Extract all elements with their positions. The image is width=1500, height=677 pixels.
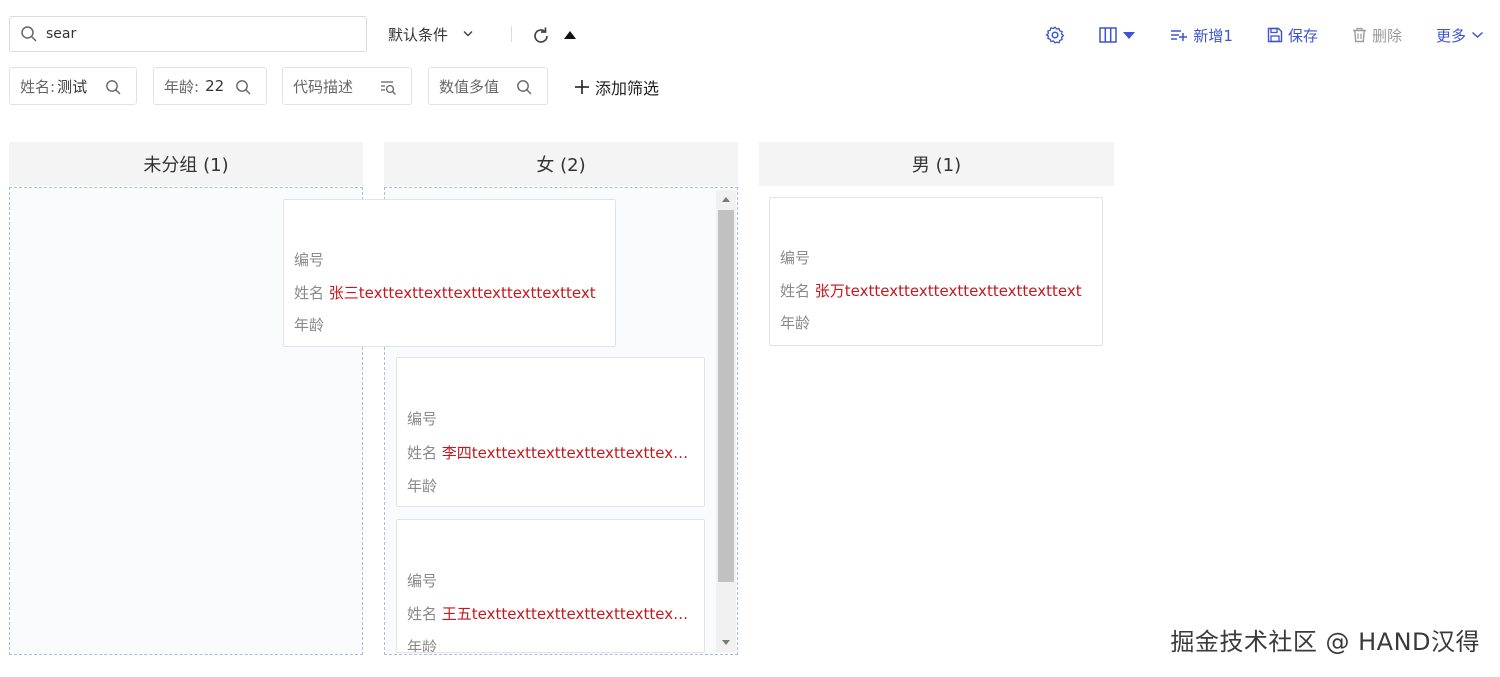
- card-name-label: 姓名: [407, 444, 438, 462]
- toolbar-divider: [511, 26, 512, 42]
- refresh-icon[interactable]: [531, 26, 551, 46]
- add-list-icon: [1171, 30, 1188, 41]
- condition-select[interactable]: 默认条件: [388, 22, 474, 46]
- scroll-down-arrow[interactable]: [722, 640, 730, 645]
- card-name-value: 张三texttexttexttexttexttexttexttext: [328, 284, 596, 302]
- add-button-label: 新增1: [1193, 26, 1233, 45]
- chevron-down-icon: [463, 30, 473, 37]
- card-age-label: 年龄: [407, 477, 438, 495]
- caret-down-icon: [1123, 32, 1136, 39]
- filter-age[interactable]: 年龄: 22: [153, 67, 267, 105]
- save-icon: [1267, 27, 1283, 43]
- card-name-value: 李四texttexttexttexttexttexttexttext: [441, 444, 694, 462]
- delete-button-label: 删除: [1371, 26, 1402, 45]
- column-title: 未分组 (1): [143, 155, 229, 176]
- scrollbar-thumb[interactable]: [718, 210, 734, 582]
- card-age-label: 年龄: [294, 316, 325, 334]
- card-code-label: 编号: [294, 251, 325, 269]
- filter-multi-value[interactable]: 数值多值: [428, 67, 548, 105]
- list-search-icon: [381, 81, 396, 95]
- search-icon: [236, 80, 251, 95]
- card-age-label: 年龄: [780, 314, 811, 332]
- kanban-card[interactable]: 编号 姓名 张万texttexttexttexttexttexttexttext…: [769, 197, 1103, 346]
- save-button-label: 保存: [1287, 26, 1318, 45]
- card-code-label: 编号: [407, 410, 438, 428]
- condition-select-label: 默认条件: [388, 25, 449, 44]
- filter-age-value: 22: [205, 77, 225, 95]
- search-icon: [106, 80, 121, 95]
- search-icon: [21, 26, 37, 42]
- column-title: 女 (2): [536, 155, 586, 176]
- card-name-row: 姓名 王五texttexttexttexttexttexttexttext: [407, 603, 694, 624]
- delete-button[interactable]: 删除: [1352, 25, 1402, 46]
- collapse-up-icon[interactable]: [562, 28, 578, 42]
- filter-code-desc[interactable]: 代码描述: [282, 67, 412, 105]
- filter-code-desc-label: 代码描述: [293, 77, 354, 96]
- search-box[interactable]: [9, 16, 367, 52]
- card-name-value: 张万texttexttexttexttexttexttexttext: [814, 282, 1082, 300]
- chevron-down-icon: [1471, 31, 1484, 39]
- add-button[interactable]: 新增1: [1170, 25, 1233, 46]
- more-button-label: 更多: [1435, 26, 1466, 45]
- save-button[interactable]: 保存: [1267, 25, 1318, 46]
- search-input[interactable]: [46, 26, 346, 42]
- card-name-row: 姓名 张三texttexttexttexttexttexttexttext: [294, 282, 596, 303]
- plus-icon: [575, 80, 589, 94]
- settings-button[interactable]: [1045, 25, 1065, 45]
- more-button[interactable]: 更多: [1436, 25, 1484, 46]
- card-name-label: 姓名: [780, 282, 811, 300]
- card-name-value: 王五texttexttexttexttexttexttexttext: [441, 605, 694, 623]
- dragging-card[interactable]: 编号 姓名 张三texttexttexttexttexttexttexttext…: [283, 199, 616, 347]
- view-switch-button[interactable]: [1099, 27, 1136, 43]
- column-header-male: 男 (1): [759, 142, 1114, 186]
- watermark: 掘金技术社区 @ HAND汉得: [1170, 628, 1480, 656]
- columns-view-icon: [1099, 27, 1118, 43]
- filter-name-value: 测试: [57, 77, 88, 96]
- card-age-label: 年龄: [407, 638, 438, 653]
- card-name-row: 姓名 李四texttexttexttexttexttexttexttext: [407, 442, 694, 463]
- column-title: 男 (1): [911, 155, 962, 176]
- filter-name[interactable]: 姓名: 测试: [9, 67, 137, 105]
- action-toolbar: 新增1 保存 删除 更多: [1045, 22, 1484, 48]
- kanban-card[interactable]: 编号 姓名 李四texttexttexttexttexttexttexttext…: [396, 357, 705, 507]
- filter-age-label: 年龄:: [164, 77, 200, 96]
- filter-multi-value-label: 数值多值: [439, 77, 500, 96]
- gear-icon: [1045, 26, 1065, 44]
- scroll-up-arrow[interactable]: [722, 197, 730, 202]
- add-filter-label: 添加筛选: [595, 79, 660, 98]
- kanban-card[interactable]: 编号 姓名 王五texttexttexttexttexttexttexttext…: [396, 519, 705, 653]
- card-code-label: 编号: [780, 249, 811, 267]
- trash-icon: [1352, 27, 1366, 43]
- add-filter-button[interactable]: 添加筛选: [574, 75, 659, 99]
- card-code-label: 编号: [407, 572, 438, 590]
- card-name-label: 姓名: [407, 605, 438, 623]
- column-header-female: 女 (2): [384, 142, 738, 186]
- filter-name-label: 姓名:: [20, 77, 56, 96]
- search-icon: [517, 80, 532, 95]
- column-scrollbar[interactable]: [716, 190, 736, 652]
- card-name-row: 姓名 张万texttexttexttexttexttexttexttext: [780, 280, 1082, 301]
- column-header-ungrouped: 未分组 (1): [9, 142, 363, 186]
- card-name-label: 姓名: [294, 284, 325, 302]
